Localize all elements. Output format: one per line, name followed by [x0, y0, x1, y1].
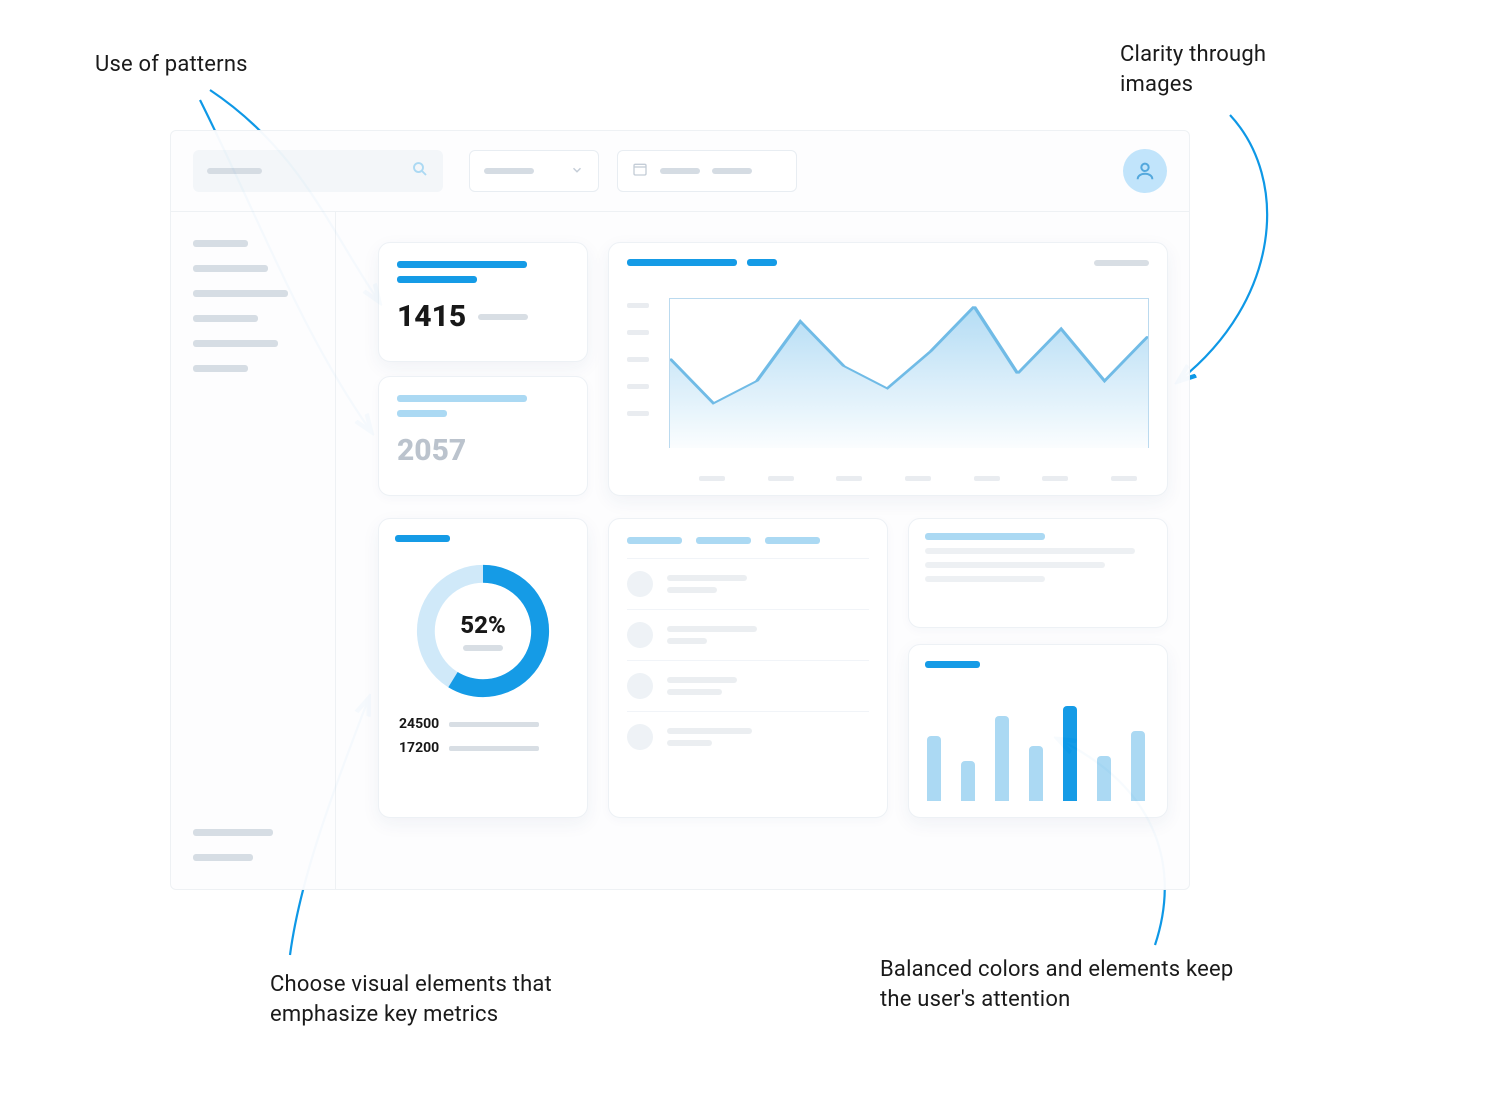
- chevron-down-icon: [570, 162, 584, 181]
- topbar: [171, 131, 1189, 211]
- avatar[interactable]: [1123, 149, 1167, 193]
- calendar-icon: [632, 161, 648, 181]
- date-picker[interactable]: [617, 150, 797, 192]
- avatar-icon: [627, 622, 653, 648]
- stat-primary-value: 1415: [397, 299, 466, 334]
- search-input[interactable]: [193, 150, 443, 192]
- summary-title-placeholder: [925, 533, 1045, 540]
- bar-column: [1131, 731, 1145, 801]
- filter-dropdown[interactable]: [469, 150, 599, 192]
- summary-line: [925, 576, 1045, 582]
- arrow-top-right: [1180, 115, 1267, 380]
- y-axis: [627, 303, 649, 416]
- sidebar-group-2: [193, 829, 313, 861]
- summary-card[interactable]: [908, 518, 1168, 628]
- donut-chart-card[interactable]: 52% 24500 17200: [378, 518, 588, 818]
- stat-card-primary[interactable]: 1415: [378, 242, 588, 362]
- avatar-icon: [627, 673, 653, 699]
- list-title-placeholder: [765, 537, 820, 544]
- legend-value-2: 17200: [399, 740, 439, 756]
- bar-column: [927, 736, 941, 801]
- legend-label-placeholder: [449, 746, 539, 751]
- date-placeholder: [660, 168, 700, 174]
- sidebar-item[interactable]: [193, 265, 268, 272]
- list-item[interactable]: [627, 660, 869, 711]
- dashboard-frame: 1415 2057: [170, 130, 1190, 890]
- summary-line: [925, 548, 1135, 554]
- sidebar-item[interactable]: [193, 340, 278, 347]
- donut-sub-placeholder: [463, 645, 503, 651]
- legend-row: 17200: [399, 740, 571, 756]
- bar-column: [1029, 746, 1043, 801]
- legend-row: 24500: [399, 716, 571, 732]
- chart-legend-placeholder: [1094, 260, 1149, 266]
- summary-line: [925, 562, 1105, 568]
- stat-subtitle-placeholder: [397, 410, 447, 417]
- bar-title-placeholder: [925, 661, 980, 668]
- list-item[interactable]: [627, 609, 869, 660]
- sidebar-group-1: [193, 240, 313, 372]
- sidebar-item[interactable]: [193, 290, 288, 297]
- avatar-icon: [627, 571, 653, 597]
- bar-chart-card[interactable]: [908, 644, 1168, 818]
- user-icon: [1134, 160, 1156, 182]
- x-axis: [699, 476, 1137, 481]
- stat-secondary-value: 2057: [397, 433, 466, 468]
- donut-chart: 52%: [408, 556, 558, 706]
- list-title-placeholder: [627, 537, 682, 544]
- sidebar-item[interactable]: [193, 315, 258, 322]
- sidebar-item[interactable]: [193, 854, 253, 861]
- sidebar-item[interactable]: [193, 365, 248, 372]
- stat-card-secondary[interactable]: 2057: [378, 376, 588, 496]
- bar-column: [995, 716, 1009, 801]
- area-chart-card[interactable]: [608, 242, 1168, 496]
- sidebar-item[interactable]: [193, 240, 248, 247]
- date-placeholder-2: [712, 168, 752, 174]
- bar-column: [961, 761, 975, 801]
- area-chart: [669, 298, 1149, 448]
- bar-column: [1063, 706, 1077, 801]
- avatar-icon: [627, 724, 653, 750]
- sidebar: [171, 211, 336, 889]
- legend-label-placeholder: [449, 722, 539, 727]
- stat-title-placeholder: [397, 395, 527, 402]
- stat-title-placeholder: [397, 261, 527, 268]
- sidebar-item[interactable]: [193, 829, 273, 836]
- search-icon: [411, 160, 429, 182]
- bar-chart: [927, 701, 1149, 801]
- chart-title-placeholder-2: [747, 259, 777, 266]
- chart-title-placeholder: [627, 259, 737, 266]
- donut-percent-value: 52%: [460, 611, 505, 639]
- stat-subtitle-placeholder: [397, 276, 477, 283]
- donut-title-placeholder: [395, 535, 450, 542]
- list-title-placeholder: [696, 537, 751, 544]
- list-item[interactable]: [627, 711, 869, 762]
- search-placeholder: [207, 168, 262, 174]
- list-card[interactable]: [608, 518, 888, 818]
- donut-legend: 24500 17200: [395, 716, 571, 756]
- stat-unit-placeholder: [478, 314, 528, 320]
- legend-value-1: 24500: [399, 716, 439, 732]
- list-item[interactable]: [627, 558, 869, 609]
- content-area: 1415 2057: [336, 211, 1189, 889]
- dropdown-placeholder: [484, 168, 534, 174]
- bar-column: [1097, 756, 1111, 801]
